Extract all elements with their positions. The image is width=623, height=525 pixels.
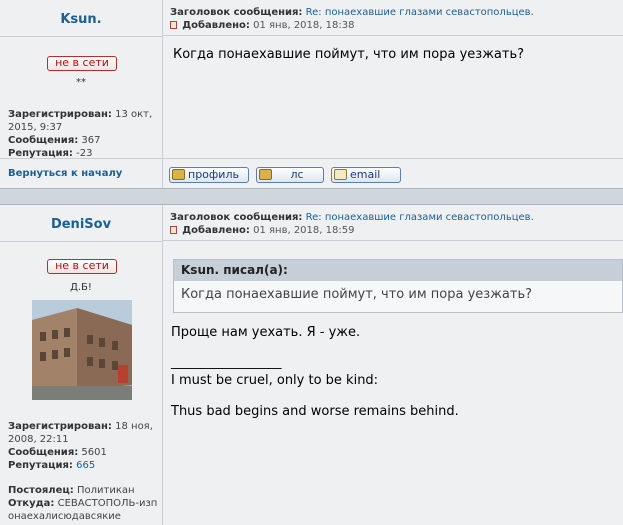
quote-author: Ksun. писал(а): xyxy=(174,260,622,281)
post-1-msg-label: Сообщения: xyxy=(8,135,79,146)
post-2-user-info: Зарегистрирован: 18 ноя, 2008, 22:11 Соо… xyxy=(8,420,158,523)
post-1-added-label: Добавлено: xyxy=(182,20,250,31)
post-2-reg-label: Зарегистрирован: xyxy=(8,421,112,432)
post-1-author-name[interactable]: Ksun. xyxy=(60,12,101,27)
private-message-label: лс xyxy=(290,168,304,181)
post-2-from-label: Откуда: xyxy=(8,498,55,509)
signature-line-1: I must be cruel, only to be kind: xyxy=(171,373,379,388)
post-2-msg-label: Сообщения: xyxy=(8,447,79,458)
post-2-rank: Д.Б! xyxy=(70,282,92,293)
post-2-rep-value[interactable]: 665 xyxy=(76,460,95,471)
post-2-avatar xyxy=(32,300,132,400)
profile-icon xyxy=(172,169,185,180)
signature-line-2: Thus bad begins and worse remains behind… xyxy=(171,404,459,419)
post-2-post-icon[interactable] xyxy=(170,226,177,234)
post-2-msg-value: 5601 xyxy=(81,447,107,458)
post-2-content: Заголовок сообщения: Re: понаехавшие гла… xyxy=(163,205,623,525)
post-2-author-panel: DeniSov не в сети Д.Б! Зарегистрирован: … xyxy=(0,205,163,525)
profile-button-label: профиль xyxy=(188,168,239,181)
post-1-body: Когда понаехавшие поймут, что им пора уе… xyxy=(173,47,524,62)
post-2-regular-label: Постоялец: xyxy=(8,485,74,496)
post-1-reg-label: Зарегистрирован: xyxy=(8,109,112,120)
post-1-subject[interactable]: Re: понаехавшие глазами севастопольцев. xyxy=(306,7,534,18)
email-button-label: email xyxy=(350,168,381,181)
post-separator xyxy=(0,188,623,205)
post-2-author-name[interactable]: DeniSov xyxy=(51,217,111,232)
post-1-user-info: Зарегистрирован: 13 окт, 2015, 9:37 Сооб… xyxy=(8,108,158,160)
post-2-body: Проще нам уехать. Я - уже. xyxy=(171,325,361,340)
post-1-post-icon[interactable] xyxy=(170,21,177,29)
post-2-author-cell: DeniSov xyxy=(0,205,162,242)
post-1-msg-value: 367 xyxy=(81,135,101,146)
back-to-top-link[interactable]: Вернуться к началу xyxy=(8,168,122,179)
post-1-offline-badge: не в сети xyxy=(47,56,117,71)
signature-separator: _________________ xyxy=(171,355,282,370)
post-2-subject-label: Заголовок сообщения: xyxy=(170,212,303,223)
post-1-rank: ** xyxy=(76,77,86,88)
private-message-icon xyxy=(259,169,272,180)
post-1-content: Заголовок сообщения: Re: понаехавшие гла… xyxy=(163,0,623,188)
forum-thread: Ksun. не в сети ** Зарегистрирован: 13 о… xyxy=(0,0,623,525)
post-2-offline-badge: не в сети xyxy=(47,259,117,274)
post-1-author-panel: Ksun. не в сети ** Зарегистрирован: 13 о… xyxy=(0,0,163,188)
quote-text: Когда понаехавшие поймут, что им пора уе… xyxy=(181,287,532,302)
post-2: DeniSov не в сети Д.Б! Зарегистрирован: … xyxy=(0,205,623,525)
email-icon xyxy=(334,169,347,180)
private-message-button[interactable]: лс xyxy=(256,167,324,183)
post-1-author-cell: Ksun. xyxy=(0,0,162,37)
post-2-added-date: 01 янв, 2018, 18:59 xyxy=(253,225,355,236)
post-2-regular-value: Политикан xyxy=(76,485,135,496)
post-1-added-date: 01 янв, 2018, 18:38 xyxy=(253,20,355,31)
post-1: Ksun. не в сети ** Зарегистрирован: 13 о… xyxy=(0,0,623,188)
post-1-header: Заголовок сообщения: Re: понаехавшие гла… xyxy=(163,0,623,36)
post-2-added-label: Добавлено: xyxy=(182,225,250,236)
post-2-header: Заголовок сообщения: Re: понаехавшие гла… xyxy=(163,205,623,241)
post-2-rep-label: Репутация: xyxy=(8,460,73,471)
post-2-subject[interactable]: Re: понаехавшие глазами севастопольцев. xyxy=(306,212,534,223)
post-1-subject-label: Заголовок сообщения: xyxy=(170,7,303,18)
post-2-quote: Ksun. писал(а): Когда понаехавшие поймут… xyxy=(173,259,623,313)
profile-button[interactable]: профиль xyxy=(169,167,249,183)
email-button[interactable]: email xyxy=(331,167,401,183)
